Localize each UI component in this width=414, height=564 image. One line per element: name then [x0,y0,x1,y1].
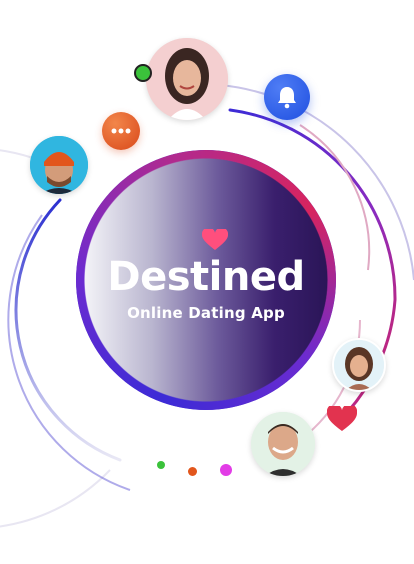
brand-tagline: Online Dating App [127,304,285,322]
avatar-man-bottom[interactable] [251,412,315,476]
avatar-man-beanie[interactable] [30,136,88,194]
decor-dot-green [157,461,165,469]
bell-icon [278,87,296,109]
app-promo-stage: Destined Online Dating App [0,0,414,564]
brand-name: Destined [107,254,305,300]
man-beanie-avatar-image [30,136,88,194]
chat-dots-icon [111,128,131,134]
decor-dot-orange [188,467,197,476]
decor-dot-magenta [220,464,232,476]
avatar-woman-top[interactable] [146,38,228,120]
chat-button[interactable] [102,112,140,150]
woman-avatar-image [146,38,228,120]
woman-right-avatar-image [334,340,384,390]
like-button[interactable] [327,405,357,433]
brand-hero-circle: Destined Online Dating App [84,158,328,402]
man-bottom-avatar-image [251,412,315,476]
heart-icon [327,406,357,431]
notification-button[interactable] [264,74,310,120]
avatar-woman-right[interactable] [332,338,386,392]
online-dot-icon [134,64,152,82]
heart-icon [202,229,228,250]
